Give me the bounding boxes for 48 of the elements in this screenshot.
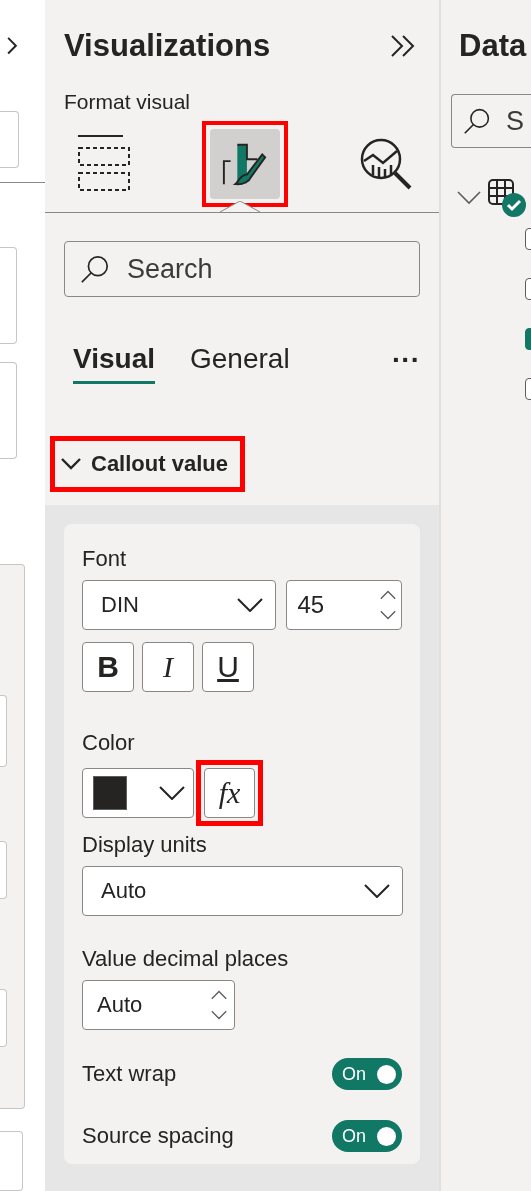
toggle-switch[interactable]: On bbox=[332, 1058, 402, 1090]
input-field[interactable] bbox=[0, 361, 17, 459]
field-label: Value decimal places bbox=[82, 946, 290, 972]
toggle-switch[interactable]: On bbox=[332, 1120, 402, 1152]
search-field[interactable]: S bbox=[451, 94, 531, 148]
format-tab[interactable] bbox=[210, 129, 280, 199]
font-dropdown[interactable]: DIN bbox=[82, 580, 277, 630]
decimal-spinner[interactable]: Auto bbox=[82, 980, 235, 1030]
dashed-rows-icon bbox=[77, 135, 131, 193]
bold-button[interactable]: B bbox=[82, 642, 134, 692]
tab[interactable]: Visual bbox=[73, 343, 155, 384]
toggle-label: Text wrap bbox=[82, 1061, 177, 1087]
chevron-icon bbox=[61, 458, 81, 470]
search-icon bbox=[463, 107, 491, 135]
spinner-arrows-icon bbox=[210, 988, 228, 1022]
field-label: Font bbox=[82, 546, 128, 572]
toggle-label: Source spacing bbox=[82, 1123, 234, 1149]
table-checked-icon bbox=[487, 178, 527, 218]
collapse-icon[interactable] bbox=[389, 34, 417, 58]
section-label: Format visual bbox=[64, 90, 192, 114]
expand-icon[interactable] bbox=[6, 36, 18, 56]
size-spinner[interactable]: 45 bbox=[286, 580, 402, 630]
italic-button[interactable]: I bbox=[142, 642, 194, 692]
chevron-icon bbox=[159, 786, 185, 800]
search-field[interactable]: Search bbox=[64, 241, 420, 297]
spinner-arrows-icon bbox=[379, 588, 397, 622]
input-field[interactable] bbox=[0, 246, 17, 344]
pane-title: Visualizations bbox=[64, 28, 271, 64]
chevron-icon bbox=[364, 884, 390, 898]
more-button[interactable]: ··· bbox=[392, 343, 420, 384]
field-label: Color bbox=[82, 730, 136, 756]
field-label: Display units bbox=[82, 832, 208, 858]
tab[interactable]: General bbox=[190, 343, 290, 384]
fx-button[interactable]: fx bbox=[204, 768, 255, 818]
input-field[interactable] bbox=[0, 1130, 23, 1191]
chevron-icon bbox=[237, 598, 264, 612]
input-field[interactable] bbox=[0, 988, 7, 1047]
section-header[interactable]: Callout value bbox=[61, 445, 228, 483]
underline-button[interactable]: U bbox=[202, 642, 254, 692]
search-icon bbox=[80, 254, 110, 284]
units-dropdown[interactable]: Auto bbox=[82, 866, 403, 916]
chevron-icon[interactable] bbox=[457, 191, 481, 205]
input-field[interactable] bbox=[0, 111, 19, 168]
magnifier-chart-icon bbox=[359, 137, 413, 191]
input-field[interactable] bbox=[0, 840, 7, 899]
pane-title: Data bbox=[459, 28, 528, 64]
color-picker[interactable] bbox=[82, 768, 194, 818]
input-field[interactable] bbox=[0, 694, 7, 767]
